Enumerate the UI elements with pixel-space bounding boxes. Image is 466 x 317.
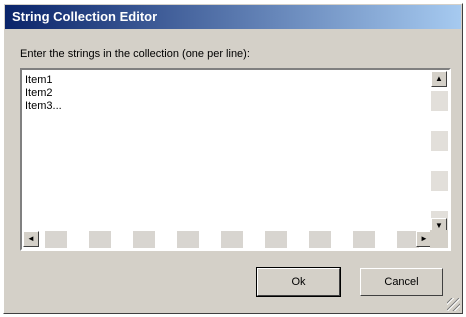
scrollbar-corner xyxy=(430,230,448,248)
vertical-scrollbar[interactable]: ▲ ▼ xyxy=(431,71,448,234)
resize-grip-icon[interactable] xyxy=(447,298,460,311)
instruction-label: Enter the strings in the collection (one… xyxy=(20,48,250,60)
text-line: Item2 xyxy=(25,87,53,99)
horizontal-scrollbar[interactable]: ◄ ► xyxy=(23,231,432,248)
text-line: Item1 xyxy=(25,74,53,86)
scroll-left-arrow-icon[interactable]: ◄ xyxy=(23,231,39,247)
text-line: Item3... xyxy=(25,100,62,112)
text-lines: Item1 Item2 Item3... xyxy=(25,74,62,113)
string-collection-editor-dialog: String Collection Editor Enter the strin… xyxy=(3,3,463,314)
collection-textarea[interactable]: Item1 Item2 Item3... ▲ ▼ ◄ ► xyxy=(20,68,451,251)
scroll-up-arrow-icon[interactable]: ▲ xyxy=(431,71,447,87)
cancel-button[interactable]: Cancel xyxy=(360,268,443,296)
window-title: String Collection Editor xyxy=(5,5,461,29)
ok-button[interactable]: Ok xyxy=(256,267,341,297)
